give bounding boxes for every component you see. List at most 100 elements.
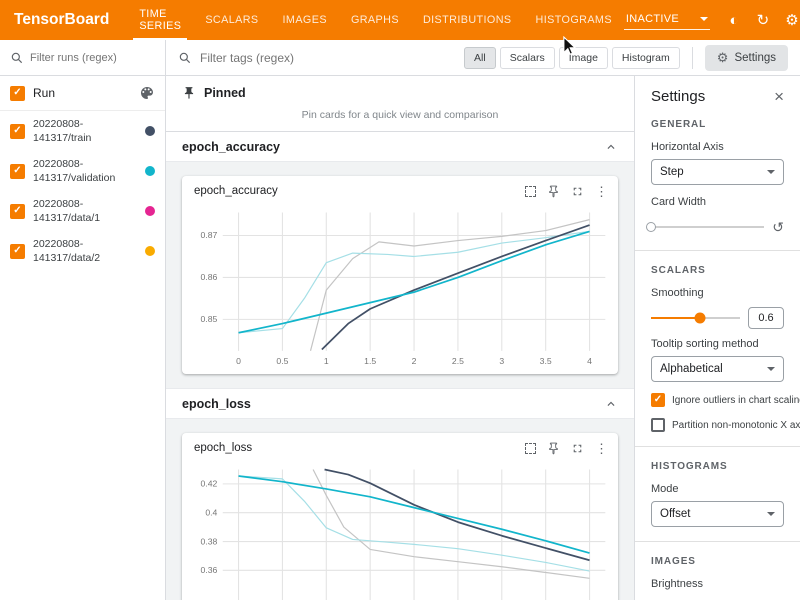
divider	[635, 250, 800, 251]
smoothing-slider[interactable]	[651, 317, 740, 319]
settings-button[interactable]: ⚙ Settings	[705, 45, 788, 71]
tab-scalars[interactable]: SCALARS	[193, 0, 270, 40]
ignore-outliers-checkbox-row[interactable]: ✓ Ignore outliers in chart scaling	[651, 393, 784, 407]
partition-x-axis-checkbox-row[interactable]: ✓ Partition non-monotonic X axis	[651, 418, 784, 432]
tooltip-sorting-select[interactable]: Alphabetical	[651, 356, 784, 382]
chevron-up-icon[interactable]	[604, 397, 618, 411]
group-heading-images: IMAGES	[651, 556, 784, 567]
run-label: 20220808-141317/train	[33, 117, 137, 145]
group-heading-histograms: HISTOGRAMS	[651, 461, 784, 472]
run-row-data-2[interactable]: ✓ 20220808-141317/data/2	[0, 231, 165, 271]
section-epoch-loss: epoch_loss epoch_loss ⋮	[166, 389, 634, 600]
tab-distributions[interactable]: DISTRIBUTIONS	[411, 0, 524, 40]
tab-images[interactable]: IMAGES	[271, 0, 339, 40]
theme-toggle-icon[interactable]: ◐	[721, 7, 747, 33]
section-header[interactable]: epoch_loss	[166, 389, 634, 419]
tab-graphs[interactable]: GRAPHS	[339, 0, 411, 40]
slider-thumb[interactable]	[646, 222, 656, 232]
filter-tags-input[interactable]	[200, 51, 456, 65]
svg-text:1: 1	[324, 356, 329, 366]
card-title: epoch_accuracy	[194, 185, 278, 197]
main-column: All Scalars Image Histogram ⚙ Settings P…	[166, 40, 800, 600]
lower-region: Pinned Pin cards for a quick view and co…	[166, 76, 800, 600]
divider	[635, 541, 800, 542]
card-width-slider[interactable]	[651, 226, 764, 228]
select-all-runs-checkbox[interactable]: ✓	[10, 86, 25, 101]
pinned-title: Pinned	[204, 86, 246, 100]
tab-histograms[interactable]: HISTOGRAMS	[524, 0, 624, 40]
scalar-chart-epoch-accuracy[interactable]: 00.511.522.533.540.850.860.87	[182, 206, 618, 374]
fullscreen-icon[interactable]	[571, 185, 584, 198]
svg-text:3: 3	[499, 356, 504, 366]
smoothing-slider-row	[651, 309, 784, 327]
divider	[635, 446, 800, 447]
gear-icon[interactable]: ⚙	[779, 7, 800, 33]
group-heading-general: GENERAL	[651, 119, 784, 130]
card-header: epoch_loss ⋮	[182, 433, 618, 463]
histogram-mode-select[interactable]: Offset	[651, 501, 784, 527]
refresh-icon[interactable]: ↻	[750, 7, 776, 33]
ignore-outliers-checkbox[interactable]: ✓	[651, 393, 665, 407]
reset-icon[interactable]: ↺	[772, 220, 784, 234]
section-body: epoch_accuracy ⋮ 00.511.522.533.540.850.…	[166, 162, 634, 389]
run-row-data-1[interactable]: ✓ 20220808-141317/data/1	[0, 191, 165, 231]
run-row-train[interactable]: ✓ 20220808-141317/train	[0, 111, 165, 151]
run-checkbox[interactable]: ✓	[10, 244, 25, 259]
run-label: 20220808-141317/data/2	[33, 237, 137, 265]
search-icon	[10, 51, 24, 65]
filter-chip-histogram[interactable]: Histogram	[612, 47, 680, 69]
close-icon[interactable]: ×	[774, 88, 784, 105]
slider-thumb[interactable]	[694, 313, 705, 324]
filter-runs-row	[0, 40, 165, 76]
fullscreen-icon[interactable]	[571, 442, 584, 455]
main-nav-tabs: TIME SERIES SCALARS IMAGES GRAPHS DISTRI…	[127, 0, 624, 40]
svg-text:0: 0	[236, 356, 241, 366]
horizontal-axis-select[interactable]: Step	[651, 159, 784, 185]
settings-panel-header: Settings ×	[651, 88, 784, 105]
tag-filter-chips: All Scalars Image Histogram	[464, 47, 680, 69]
tab-time-series[interactable]: TIME SERIES	[127, 0, 193, 40]
filter-runs-input[interactable]	[30, 52, 155, 64]
topbar-actions: INACTIVE ◐ ↻ ⚙ ?	[624, 0, 800, 40]
chevron-down-icon	[700, 17, 708, 21]
run-checkbox[interactable]: ✓	[10, 204, 25, 219]
run-color-dot	[145, 126, 155, 136]
scalar-chart-epoch-loss[interactable]: 00.511.522.533.540.360.380.40.42	[182, 463, 618, 600]
data-status-select[interactable]: INACTIVE	[624, 11, 710, 30]
search-icon	[178, 51, 192, 65]
svg-text:4: 4	[587, 356, 592, 366]
filter-chip-image[interactable]: Image	[559, 47, 608, 69]
more-options-icon[interactable]: ⋮	[595, 442, 608, 455]
run-checkbox[interactable]: ✓	[10, 124, 25, 139]
run-checkbox[interactable]: ✓	[10, 164, 25, 179]
chevron-down-icon	[767, 367, 775, 371]
fit-to-domain-icon[interactable]	[525, 443, 536, 454]
pin-icon	[182, 86, 196, 100]
more-options-icon[interactable]: ⋮	[595, 185, 608, 198]
filter-chip-all[interactable]: All	[464, 47, 496, 69]
palette-icon[interactable]	[139, 85, 155, 101]
run-row-validation[interactable]: ✓ 20220808-141317/validation	[0, 151, 165, 191]
fit-to-domain-icon[interactable]	[525, 186, 536, 197]
status-value: INACTIVE	[626, 13, 679, 25]
smoothing-value-input[interactable]	[748, 307, 784, 329]
svg-text:2.5: 2.5	[452, 356, 464, 366]
card-header: epoch_accuracy ⋮	[182, 176, 618, 206]
section-header[interactable]: epoch_accuracy	[166, 132, 634, 162]
svg-text:0.4: 0.4	[205, 508, 217, 518]
app-shell: ✓ Run ✓ 20220808-141317/train ✓ 20220808…	[0, 40, 800, 600]
settings-panel: Settings × GENERAL Horizontal Axis Step …	[634, 76, 800, 600]
chevron-up-icon[interactable]	[604, 140, 618, 154]
runs-column-header: Run	[33, 86, 131, 100]
chevron-down-icon	[767, 170, 775, 174]
runs-header-row: ✓ Run	[0, 76, 165, 111]
cards-scroll-area[interactable]: Pinned Pin cards for a quick view and co…	[166, 76, 634, 600]
pinned-section: Pinned Pin cards for a quick view and co…	[166, 76, 634, 132]
filter-chip-scalars[interactable]: Scalars	[500, 47, 555, 69]
card-actions: ⋮	[525, 442, 608, 455]
svg-text:0.85: 0.85	[201, 314, 218, 324]
card-width-slider-row: ↺	[651, 218, 784, 236]
partition-x-axis-checkbox[interactable]: ✓	[651, 418, 665, 432]
pin-icon[interactable]	[547, 185, 560, 198]
pin-icon[interactable]	[547, 442, 560, 455]
